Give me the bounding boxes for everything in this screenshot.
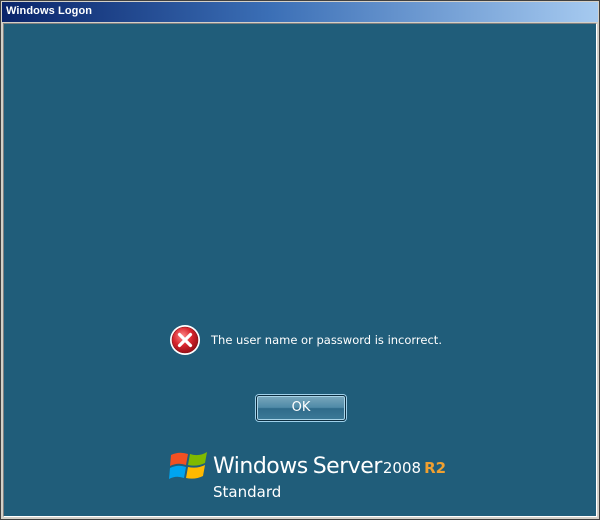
brand-year: 2008 — [382, 459, 422, 477]
window-title: Windows Logon — [6, 5, 93, 17]
brand-windows: Windows — [213, 454, 308, 479]
product-name: Windows Server2008 R2 — [213, 454, 446, 479]
brand-server: Server — [312, 454, 383, 479]
ok-button[interactable]: OK — [256, 395, 346, 421]
title-bar[interactable]: Windows Logon — [2, 2, 598, 22]
product-edition: Standard — [213, 483, 282, 501]
error-message-text: The user name or password is incorrect. — [211, 333, 442, 347]
product-branding: Windows Server2008 R2 Standard — [169, 444, 469, 504]
logon-window: Windows Logon The user name or password … — [0, 0, 600, 520]
windows-flag-icon — [169, 452, 207, 479]
logon-client-area: The user name or password is incorrect. … — [3, 23, 597, 517]
error-icon — [170, 325, 200, 355]
brand-release: R2 — [424, 459, 447, 477]
error-message-row: The user name or password is incorrect. — [169, 323, 442, 357]
